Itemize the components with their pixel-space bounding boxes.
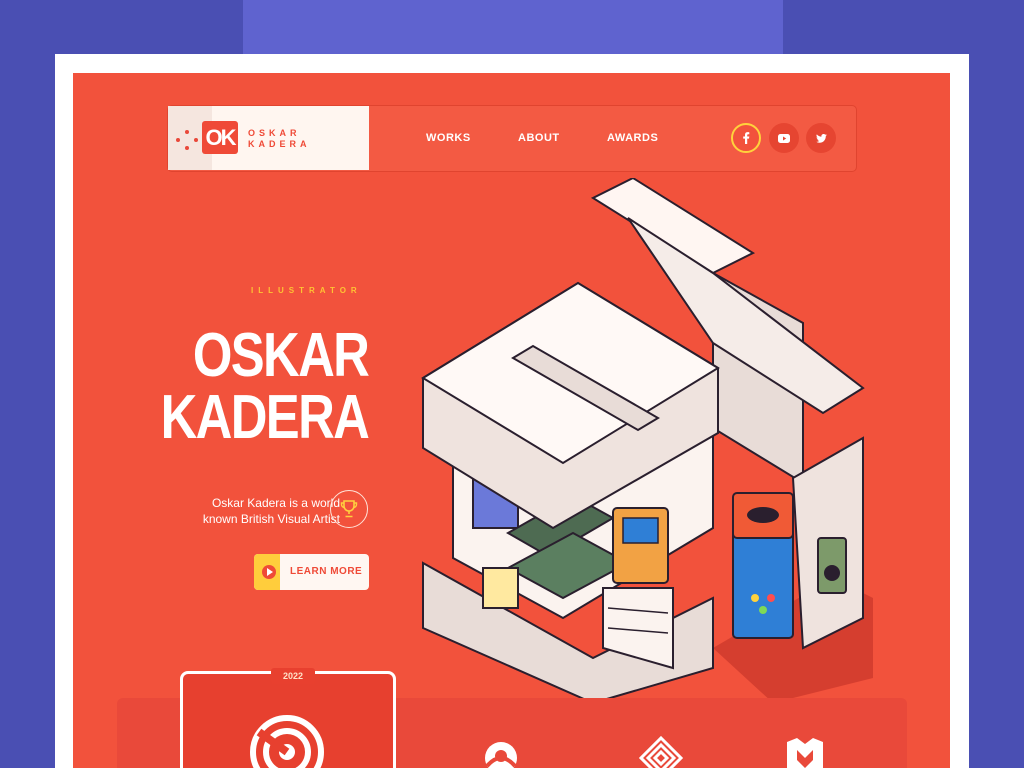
award-year-badge: 2022 <box>271 668 315 684</box>
shield-award-icon[interactable] <box>783 736 827 768</box>
twitter-button[interactable] <box>806 123 836 153</box>
award-card-featured[interactable]: 2022 <box>180 668 396 768</box>
top-navbar: OK OSKAR KADERA WORKS ABOUT AWARDS <box>167 105 857 172</box>
hero-description-line2: known British Visual Artist <box>202 512 340 526</box>
learn-more-button[interactable]: LEARN MORE <box>254 554 369 590</box>
logo-mark: OK <box>202 121 238 154</box>
brand-logo[interactable]: OK OSKAR KADERA <box>168 106 369 170</box>
hero-description-line1: Oskar Kadera is a world <box>211 496 340 510</box>
youtube-icon <box>778 133 790 143</box>
youtube-button[interactable] <box>769 123 799 153</box>
nav-link-about[interactable]: ABOUT <box>518 132 560 144</box>
nav-link-awards[interactable]: AWARDS <box>607 132 658 144</box>
trophy-badge <box>330 490 368 528</box>
hero-illustration <box>421 178 873 703</box>
logo-name-line2: KADERA <box>248 139 311 149</box>
website-canvas: OK OSKAR KADERA WORKS ABOUT AWARDS ILLUS… <box>73 73 950 768</box>
play-icon <box>262 565 276 579</box>
learn-more-label: LEARN MORE <box>290 566 363 577</box>
twitter-icon <box>815 133 827 143</box>
hero-title-line1: OSKAR <box>192 321 370 390</box>
pin-award-icon[interactable] <box>479 736 523 768</box>
logo-name-line1: OSKAR <box>248 128 301 138</box>
background-header-band <box>243 0 783 54</box>
hero-title-line2: KADERA <box>160 383 369 452</box>
target-award-icon <box>250 715 324 768</box>
trophy-icon <box>340 500 358 518</box>
nav-link-works[interactable]: WORKS <box>426 132 471 144</box>
hero-tagline: ILLUSTRATOR <box>251 286 362 295</box>
hero-title: OSKAR KADERA <box>160 321 370 452</box>
facebook-icon <box>743 132 750 144</box>
logo-name: OSKAR KADERA <box>248 128 318 150</box>
maze-award-icon[interactable] <box>639 736 683 768</box>
hero-description: Oskar Kadera is a world known British Vi… <box>160 495 340 527</box>
facebook-button[interactable] <box>731 123 761 153</box>
